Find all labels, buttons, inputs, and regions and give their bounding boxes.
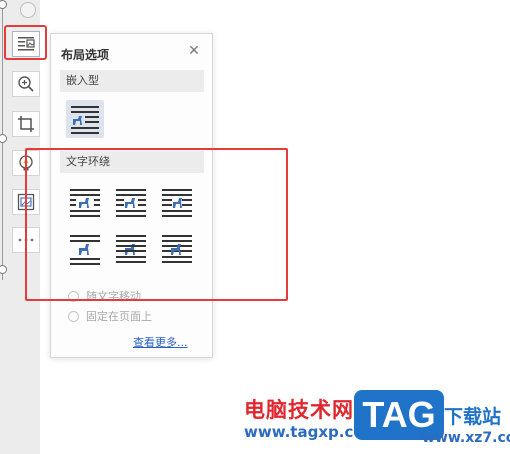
watermark-site-name: 电脑技术网: [244, 398, 354, 422]
highlight-layout-button: [4, 25, 47, 60]
inline-section-header: 嵌入型: [60, 70, 204, 92]
panel-title: 布局选项: [61, 48, 110, 62]
fix-on-page-option[interactable]: 固定在页面上: [68, 308, 152, 324]
minus-circle-icon[interactable]: [20, 2, 36, 18]
watermark-tag-text: 下载站: [444, 406, 502, 428]
see-more-link[interactable]: 查看更多...: [133, 334, 188, 350]
crop-icon: [18, 116, 34, 132]
highlight-wrap-section: [25, 148, 288, 301]
zoom-in-button[interactable]: [12, 71, 40, 97]
wrap-inline-option[interactable]: [66, 100, 104, 138]
zoom-in-icon: [18, 76, 34, 92]
wrap-inline-icon: [71, 106, 99, 134]
watermark-tag-url: www.xz7.com: [422, 430, 510, 446]
crop-button[interactable]: [12, 111, 40, 137]
fix-on-page-radio[interactable]: [68, 310, 79, 322]
close-icon[interactable]: ✕: [187, 44, 201, 58]
fix-on-page-label: 固定在页面上: [86, 310, 152, 323]
